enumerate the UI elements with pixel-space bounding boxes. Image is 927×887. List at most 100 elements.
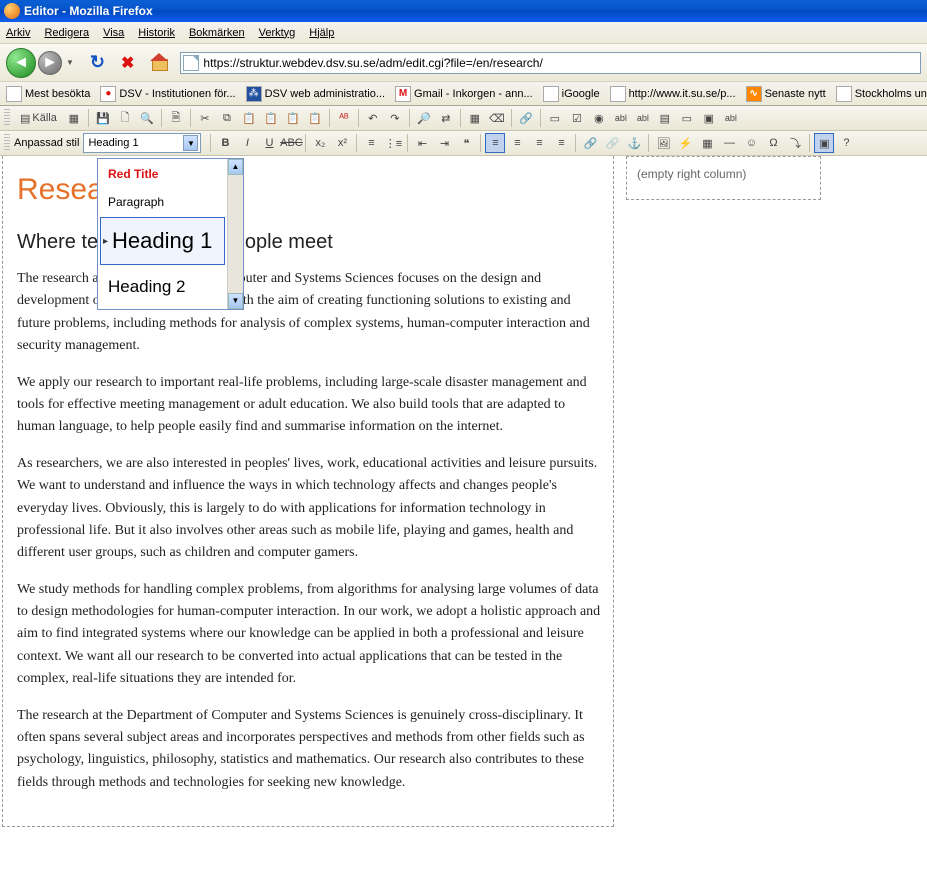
spellcheck-button[interactable]: ᴬᴮ	[334, 108, 354, 128]
hidden-button[interactable]: abl	[721, 108, 741, 128]
ul-button[interactable]: ⋮≡	[383, 133, 403, 153]
home-button[interactable]	[150, 55, 168, 71]
toolbar-grip[interactable]	[4, 109, 10, 127]
style-dropdown-popup: Red Title Paragraph Heading 1 Heading 2 …	[97, 158, 244, 310]
template-button[interactable]: ▦	[64, 108, 84, 128]
image-button[interactable]: 🖼	[653, 133, 673, 153]
doc-paragraph[interactable]: As researchers, we are also interested i…	[17, 453, 601, 565]
bookmark-dsvweb[interactable]: ⁂DSV web administratio...	[246, 86, 385, 102]
form-button[interactable]: ▭	[545, 108, 565, 128]
bold-button[interactable]: B	[215, 133, 235, 153]
table-button[interactable]: ▦	[697, 133, 717, 153]
checkbox-button[interactable]: ☑	[567, 108, 587, 128]
style-option-heading2[interactable]: Heading 2	[100, 267, 225, 307]
menu-verktyg[interactable]: Verktyg	[259, 27, 296, 39]
textarea-button[interactable]: abl	[633, 108, 653, 128]
bookmark-most-visited[interactable]: Mest besökta	[6, 86, 90, 102]
style-option-heading1[interactable]: Heading 1	[100, 217, 225, 265]
find-button[interactable]: 🔎	[414, 108, 434, 128]
bookmark-gmail[interactable]: MGmail - Inkorgen - ann...	[395, 86, 533, 102]
copy-button[interactable]: ⧉	[217, 108, 237, 128]
bookmark-itsu[interactable]: http://www.it.su.se/p...	[610, 86, 736, 102]
underline-button[interactable]: U	[259, 133, 279, 153]
undo-button[interactable]: ↶	[363, 108, 383, 128]
paste-word-button[interactable]: 📋	[283, 108, 303, 128]
style-option-red-title[interactable]: Red Title	[100, 161, 225, 187]
redo-button[interactable]: ↷	[385, 108, 405, 128]
cut-button[interactable]: ✂	[195, 108, 215, 128]
textfield-button[interactable]: abl	[611, 108, 631, 128]
replace-button[interactable]: ⇄	[436, 108, 456, 128]
doc-paragraph[interactable]: We study methods for handling complex pr…	[17, 579, 601, 691]
preview-button[interactable]: 🔍	[137, 108, 157, 128]
bookmark-stockholm[interactable]: Stockholms univers	[836, 86, 927, 102]
popup-scrollbar[interactable]: ▲ ▼	[227, 159, 243, 309]
menu-arkiv[interactable]: Arkiv	[6, 27, 30, 39]
menu-historik[interactable]: Historik	[138, 27, 175, 39]
style-dropdown[interactable]: Heading 1 ▼	[83, 133, 201, 153]
link2-button[interactable]: 🔗	[580, 133, 600, 153]
source-button[interactable]: ▤ Källa	[15, 108, 62, 128]
ol-button[interactable]: ≡	[361, 133, 381, 153]
blockquote-button[interactable]: ❝	[456, 133, 476, 153]
doc-paragraph[interactable]: The research at the Department of Comput…	[17, 705, 601, 795]
paste-special-button[interactable]: 📋	[305, 108, 325, 128]
menu-visa[interactable]: Visa	[103, 27, 124, 39]
stop-button[interactable]: ✖	[121, 53, 134, 73]
right-column[interactable]: (empty right column)	[626, 156, 821, 200]
save-button[interactable]: 💾	[93, 108, 113, 128]
selectall-button[interactable]: ▦	[465, 108, 485, 128]
hr-button[interactable]: —	[719, 133, 739, 153]
menu-bokmarken[interactable]: Bokmärken	[189, 27, 245, 39]
menu-hjalp[interactable]: Hjälp	[309, 27, 334, 39]
removeformat-button[interactable]: ⌫	[487, 108, 507, 128]
align-justify-button[interactable]: ≡	[551, 133, 571, 153]
reload-button[interactable]: ↻	[90, 52, 105, 73]
align-center-button[interactable]: ≡	[507, 133, 527, 153]
flash-button[interactable]: ⚡	[675, 133, 695, 153]
anchor-button[interactable]: ⚓	[624, 133, 644, 153]
editable-content[interactable]: Research Where technology and people mee…	[2, 156, 614, 827]
forward-button[interactable]: ►	[38, 51, 62, 75]
specialchar-button[interactable]: Ω	[763, 133, 783, 153]
menu-redigera[interactable]: Redigera	[44, 27, 89, 39]
style-option-paragraph[interactable]: Paragraph	[100, 189, 225, 215]
smiley-button[interactable]: ☺	[741, 133, 761, 153]
align-left-button[interactable]: ≡	[485, 133, 505, 153]
outdent-button[interactable]: ⇤	[412, 133, 432, 153]
title-bar: Editor - Mozilla Firefox	[0, 0, 927, 22]
url-bar[interactable]	[180, 52, 921, 74]
rss-icon: ∿	[746, 86, 762, 102]
about-button[interactable]: ?	[836, 133, 856, 153]
subscript-button[interactable]: x₂	[310, 133, 330, 153]
scroll-up-icon[interactable]: ▲	[228, 159, 243, 175]
select-button[interactable]: ▤	[655, 108, 675, 128]
align-right-button[interactable]: ≡	[529, 133, 549, 153]
radio-button[interactable]: ◉	[589, 108, 609, 128]
button-button[interactable]: ▭	[677, 108, 697, 128]
history-dropdown-icon[interactable]: ▼	[66, 58, 74, 67]
bookmark-igoogle[interactable]: iGoogle	[543, 86, 600, 102]
paste-text-button[interactable]: 📋	[261, 108, 281, 128]
maximize-button[interactable]: ▣	[814, 133, 834, 153]
style-label: Anpassad stil	[14, 137, 79, 149]
paste-button[interactable]: 📋	[239, 108, 259, 128]
indent-button[interactable]: ⇥	[434, 133, 454, 153]
pagebreak-button[interactable]: ⤵	[785, 133, 805, 153]
scroll-down-icon[interactable]: ▼	[228, 293, 243, 309]
italic-button[interactable]: I	[237, 133, 257, 153]
print-button[interactable]: 🗎	[166, 108, 186, 128]
superscript-button[interactable]: x²	[332, 133, 352, 153]
link-button[interactable]: 🔗	[516, 108, 536, 128]
back-button[interactable]: ◄	[6, 48, 36, 78]
bookmark-dsv[interactable]: DSV - Institutionen för...	[100, 86, 235, 102]
newpage-button[interactable]: 🗋	[115, 108, 135, 128]
toolbar-grip[interactable]	[4, 134, 10, 152]
imagebutton-button[interactable]: ▣	[699, 108, 719, 128]
bookmark-senaste[interactable]: ∿Senaste nytt	[746, 86, 826, 102]
url-input[interactable]	[203, 56, 918, 70]
unlink-button[interactable]: 🔗	[602, 133, 622, 153]
chevron-down-icon: ▼	[183, 135, 198, 151]
doc-paragraph[interactable]: We apply our research to important real-…	[17, 372, 601, 439]
strike-button[interactable]: ABC	[281, 133, 301, 153]
